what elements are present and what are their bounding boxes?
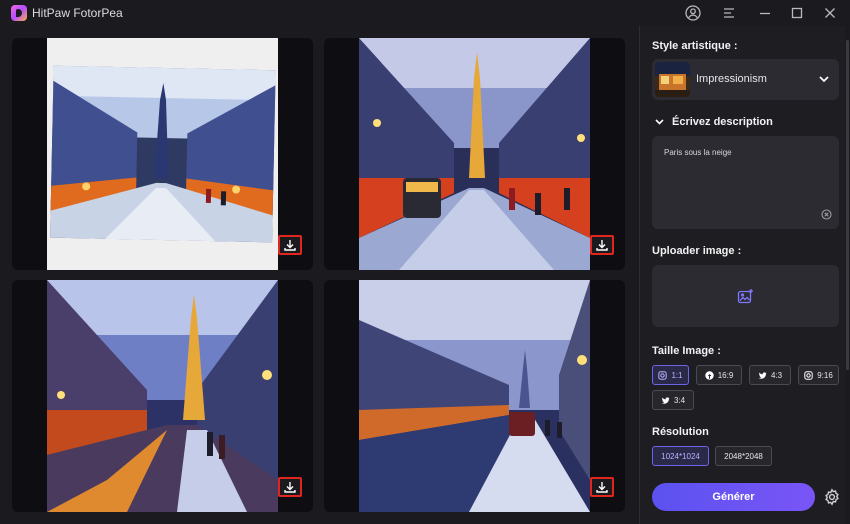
upload-label: Uploader image :: [652, 245, 742, 257]
image-painting-4: [359, 280, 590, 512]
resolution-label: Résolution: [652, 426, 709, 438]
style-label: Style artistique :: [652, 40, 738, 52]
minimize-icon[interactable]: [756, 4, 774, 22]
app-title: HitPaw FotorPea: [32, 6, 123, 20]
upload-dropzone[interactable]: [652, 265, 839, 327]
style-dropdown[interactable]: Impressionism: [652, 59, 839, 100]
twitter-icon: [661, 396, 670, 404]
download-button[interactable]: [590, 235, 614, 255]
instagram-icon: [804, 370, 813, 380]
app-logo: [11, 5, 27, 21]
generated-image-1[interactable]: [12, 38, 313, 270]
instagram-icon: [658, 370, 668, 380]
facebook-icon: [705, 370, 714, 380]
size-option-3-4[interactable]: 3:4: [652, 390, 694, 410]
size-option-16-9[interactable]: 16:9: [696, 365, 742, 385]
twitter-icon: [758, 371, 767, 379]
close-icon[interactable]: [821, 4, 839, 22]
image-painting-3: [47, 280, 278, 512]
style-value: Impressionism: [696, 73, 767, 85]
download-button[interactable]: [590, 477, 614, 497]
generated-image-4[interactable]: [324, 280, 625, 512]
size-option-4-3[interactable]: 4:3: [749, 365, 791, 385]
maximize-icon[interactable]: [788, 4, 806, 22]
resolution-option-2048[interactable]: 2048*2048: [715, 446, 772, 466]
download-icon: [284, 240, 296, 251]
image-painting-1: [47, 38, 278, 270]
description-label: Écrivez description: [672, 116, 773, 128]
download-button[interactable]: [278, 235, 302, 255]
scrollbar-thumb[interactable]: [846, 40, 849, 370]
description-text: Paris sous la neige: [664, 148, 732, 157]
download-icon: [596, 482, 608, 493]
description-textarea[interactable]: Paris sous la neige: [652, 136, 839, 229]
menu-icon[interactable]: [720, 4, 738, 22]
size-label: Taille Image :: [652, 345, 721, 357]
settings-panel: Style artistique : Impressionism Écrivez…: [639, 26, 850, 524]
chevron-down-icon: [819, 76, 829, 83]
generated-image-2[interactable]: [324, 38, 625, 270]
gear-icon[interactable]: [823, 488, 841, 506]
download-icon: [596, 240, 608, 251]
title-bar: HitPaw FotorPea: [0, 0, 850, 26]
clear-icon[interactable]: [821, 209, 832, 220]
generate-button[interactable]: Générer: [652, 483, 815, 511]
size-option-9-16[interactable]: 9:16: [798, 365, 839, 385]
collapse-chevron-icon[interactable]: [654, 116, 665, 127]
download-icon: [284, 482, 296, 493]
size-option-1-1[interactable]: 1:1: [652, 365, 689, 385]
resolution-option-1024[interactable]: 1024*1024: [652, 446, 709, 466]
gallery: [0, 26, 637, 524]
panel-scrollbar[interactable]: [845, 26, 850, 524]
account-icon[interactable]: [684, 4, 702, 22]
add-image-icon: [737, 289, 753, 304]
image-painting-2: [359, 38, 590, 270]
download-button[interactable]: [278, 477, 302, 497]
generated-image-3[interactable]: [12, 280, 313, 512]
style-thumbnail: [655, 62, 690, 97]
